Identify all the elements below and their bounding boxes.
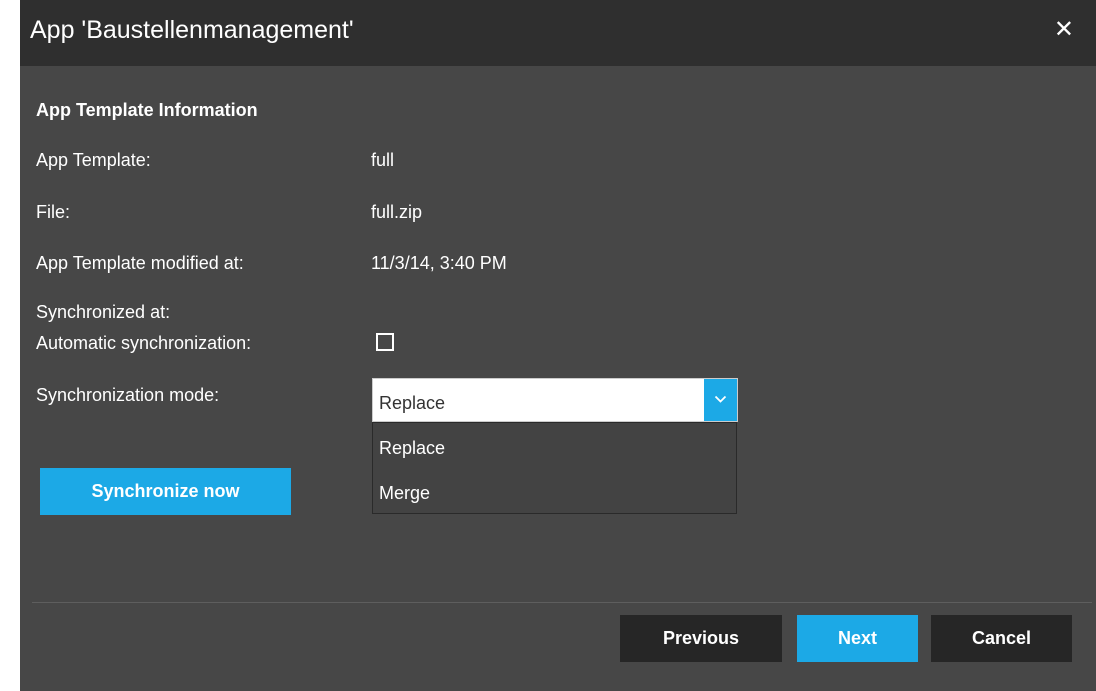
file-label: File:	[36, 202, 71, 222]
next-button[interactable]: Next	[797, 615, 918, 662]
close-icon[interactable]: ✕	[1054, 18, 1074, 42]
modified-at-value: 11/3/14, 3:40 PM	[371, 253, 507, 273]
sync-mode-option-replace[interactable]: Replace	[379, 438, 445, 459]
chevron-down-icon	[714, 395, 727, 403]
modified-at-label: App Template modified at:	[36, 253, 244, 273]
auto-sync-label: Automatic synchronization:	[36, 333, 252, 353]
dialog: App 'Baustellenmanagement' ✕ App Templat…	[20, 0, 1096, 691]
app-template-label: App Template:	[36, 150, 151, 170]
synchronized-at-label: Synchronized at:	[36, 302, 171, 322]
sync-mode-options-list: Replace Merge	[372, 422, 737, 514]
section-title: App Template Information	[36, 100, 258, 120]
sync-mode-select[interactable]: Replace	[372, 378, 738, 422]
sync-mode-selected-value: Replace	[379, 393, 446, 413]
dialog-titlebar: App 'Baustellenmanagement' ✕	[20, 0, 1096, 66]
sync-mode-dropdown-button[interactable]	[704, 379, 737, 421]
app-template-value: full	[371, 150, 395, 170]
footer-divider	[32, 602, 1092, 603]
cancel-button[interactable]: Cancel	[931, 615, 1072, 662]
dialog-title: App 'Baustellenmanagement'	[30, 16, 354, 44]
previous-button[interactable]: Previous	[620, 615, 782, 662]
sync-mode-label: Synchronization mode:	[36, 385, 220, 405]
auto-sync-checkbox[interactable]	[376, 333, 394, 351]
sync-mode-option-merge[interactable]: Merge	[379, 483, 430, 504]
file-value: full.zip	[371, 202, 423, 222]
synchronize-now-button[interactable]: Synchronize now	[40, 468, 291, 515]
